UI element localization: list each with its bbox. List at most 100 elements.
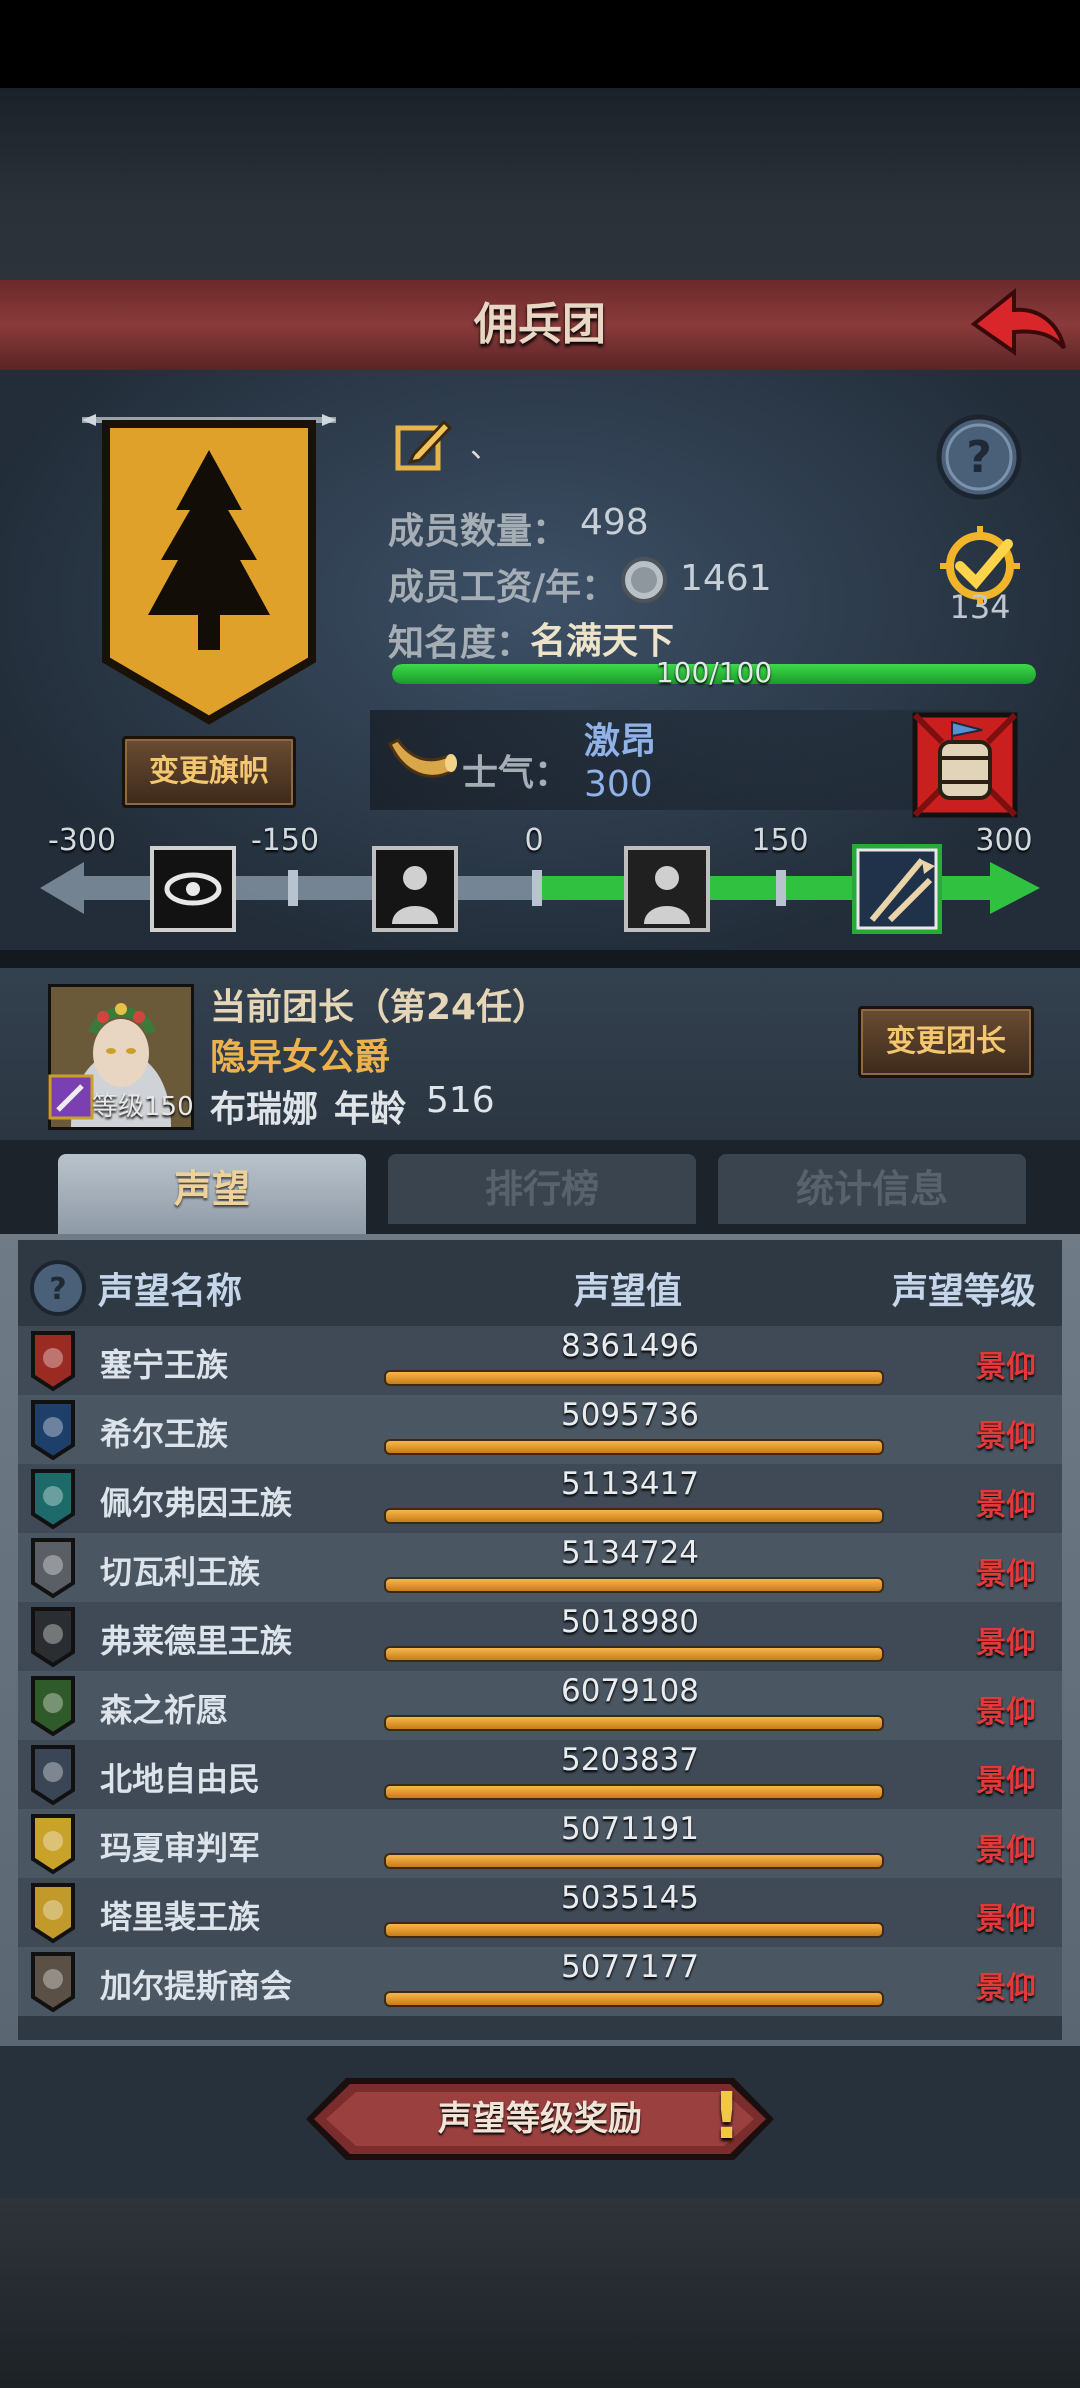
faction-name: 希尔王族: [100, 1415, 229, 1453]
reputation-level: 景仰: [976, 1488, 1036, 1523]
scale-tick-label: 300: [975, 823, 1032, 858]
company-banner[interactable]: [82, 410, 336, 730]
scales-icon: [30, 1537, 76, 1599]
column-header-level: 声望等级: [892, 1271, 1037, 1312]
reputation-level: 景仰: [976, 1626, 1036, 1661]
achievement-count: 134: [949, 588, 1011, 626]
faction-name: 加尔提斯商会: [100, 1967, 293, 2005]
bottom-backdrop: [0, 2198, 1080, 2388]
reputation-bar: [384, 1784, 884, 1800]
reputation-bar: [384, 1646, 884, 1662]
faction-name: 玛夏审判军: [100, 1829, 261, 1867]
members-value: 498: [580, 502, 649, 543]
scale-tick-label: -150: [251, 823, 319, 858]
svg-text:?: ?: [966, 432, 992, 483]
reputation-value: 5113417: [560, 1466, 700, 1502]
svg-text:?: ?: [49, 1272, 66, 1307]
red-crest-icon: [30, 1330, 76, 1392]
leader-title: 当前团长（第24任）: [210, 987, 549, 1028]
paranoia-eye-icon[interactable]: [150, 846, 236, 932]
wage-label: 成员工资/年：: [388, 567, 618, 608]
wage-value: 1461: [680, 558, 772, 599]
leader-age-label: 年龄: [334, 1089, 407, 1130]
reputation-value: 5203837: [560, 1742, 700, 1778]
status-bar: [0, 0, 1080, 88]
faction-name: 切瓦利王族: [100, 1553, 261, 1591]
fame-progress-text: 100/100: [655, 656, 773, 689]
back-arrow-icon: [970, 287, 1066, 356]
chest-icon: [30, 1951, 76, 2013]
leader-name: 布瑞娜: [210, 1089, 319, 1130]
blue-helmet-icon: [30, 1399, 76, 1461]
axe-icon: [30, 1744, 76, 1806]
reputation-bar: [384, 1991, 884, 2007]
faction-name: 塞宁王族: [100, 1346, 229, 1384]
scale-tick-label: 150: [751, 823, 808, 858]
reputation-level: 景仰: [976, 1350, 1036, 1385]
reputation-bar: [384, 1508, 884, 1524]
reputation-bar: [384, 1577, 884, 1593]
gold-chevron-icon: [30, 1813, 76, 1875]
change-banner-button[interactable]: 变更旗帜: [122, 736, 296, 808]
scale-tick-label: -300: [48, 823, 116, 858]
reputation-value: 5095736: [560, 1397, 700, 1433]
page-title: 佣兵团: [474, 299, 606, 350]
despair-figure-icon[interactable]: [372, 846, 458, 932]
calm-figure-icon[interactable]: [624, 846, 710, 932]
reputation-bar: [384, 1370, 884, 1386]
reputation-value: 5134724: [560, 1535, 700, 1571]
faction-name: 弗莱德里王族: [100, 1622, 293, 1660]
reputation-value: 6079108: [560, 1673, 700, 1709]
tab-reputation[interactable]: 声望: [58, 1154, 366, 1234]
leader-rank: 隐异女公爵: [210, 1037, 391, 1078]
morale-label: 士气：: [462, 753, 571, 794]
change-leader-button[interactable]: 变更团长: [858, 1006, 1034, 1078]
teal-moon-icon: [30, 1468, 76, 1530]
reputation-level: 景仰: [976, 1764, 1036, 1799]
reputation-level: 景仰: [976, 1695, 1036, 1730]
column-header-name: 声望名称: [98, 1271, 243, 1312]
reputation-value: 8361496: [560, 1328, 700, 1364]
morale-scale: -300 -150 0 150 300: [40, 820, 1050, 940]
faction-name: 森之祈愿: [100, 1691, 229, 1729]
edit-name-icon[interactable]: [392, 414, 454, 476]
leader-age: 516: [426, 1080, 495, 1121]
faction-name: 塔里裴王族: [100, 1898, 261, 1936]
tab-statistics[interactable]: 统计信息: [718, 1154, 1026, 1224]
reputation-bar: [384, 1922, 884, 1938]
reputation-value: 5077177: [560, 1949, 700, 1985]
reputation-help-icon[interactable]: ?: [28, 1258, 88, 1318]
horn-icon: [386, 734, 458, 790]
help-icon[interactable]: ?: [934, 412, 1024, 502]
reputation-bar: [384, 1715, 884, 1731]
morale-state: 激昂: [584, 721, 657, 762]
reputation-level: 景仰: [976, 1971, 1036, 2006]
reputation-level: 景仰: [976, 1419, 1036, 1454]
company-name-text: 、: [470, 430, 500, 465]
exclamation-alert-icon: !: [712, 2080, 742, 2154]
silver-coin-icon: [620, 556, 668, 604]
reputation-bar: [384, 1853, 884, 1869]
reputation-value: 5071191: [560, 1811, 700, 1847]
scale-tick-label: 0: [524, 823, 543, 858]
class-icon: [48, 1074, 94, 1120]
reputation-bar: [384, 1439, 884, 1455]
members-label: 成员数量：: [388, 511, 569, 552]
gold-crown-icon: [30, 1882, 76, 1944]
reputation-value: 5018980: [560, 1604, 700, 1640]
tab-leaderboard[interactable]: 排行榜: [388, 1154, 696, 1224]
reputation-level: 景仰: [976, 1833, 1036, 1868]
barrel-supply-icon[interactable]: [912, 712, 1018, 818]
faction-name: 北地自由民: [100, 1760, 261, 1798]
reputation-level: 景仰: [976, 1902, 1036, 1937]
back-button[interactable]: [968, 282, 1068, 366]
faction-name: 佩尔弗因王族: [100, 1484, 293, 1522]
tree-icon: [30, 1675, 76, 1737]
reputation-reward-label: 声望等级奖励: [438, 2099, 642, 2139]
section-divider: [0, 950, 1080, 968]
reputation-value: 5035145: [560, 1880, 700, 1916]
rally-banner-icon[interactable]: [852, 844, 942, 934]
dark-beast-icon: [30, 1606, 76, 1668]
top-backdrop: [0, 88, 1080, 280]
pine-tree-banner-icon: [82, 414, 336, 725]
